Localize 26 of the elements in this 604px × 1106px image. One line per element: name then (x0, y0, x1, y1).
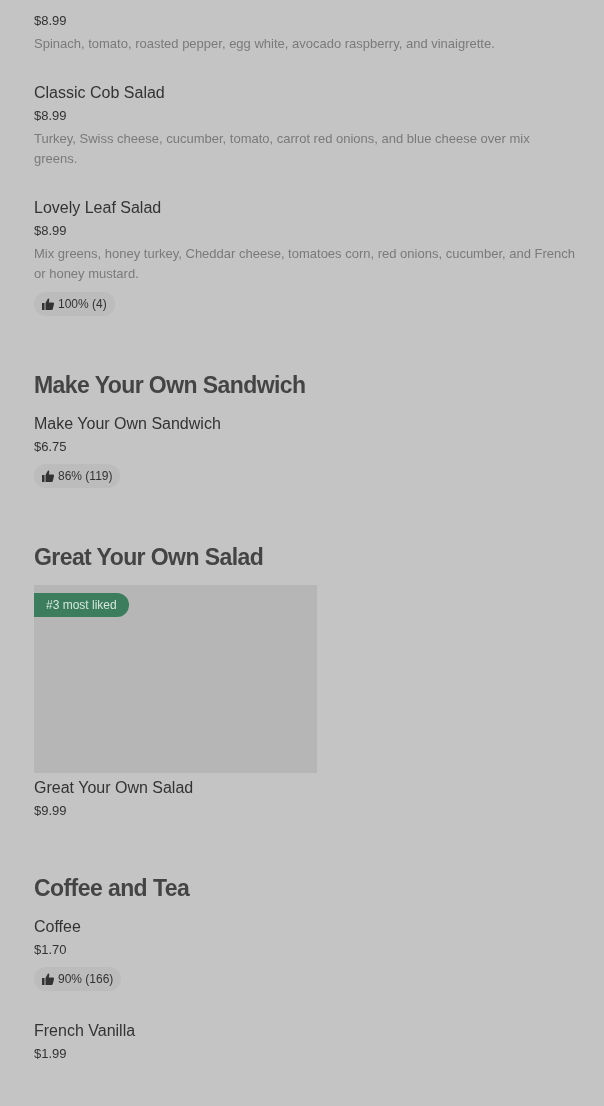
section-heading: Make Your Own Sandwich (34, 371, 307, 399)
item-price: $6.75 (34, 438, 68, 456)
rating-text: 86% (119) (58, 468, 113, 485)
item-name: Make Your Own Sandwich (34, 414, 222, 434)
section-heading: Coffee and Tea (34, 874, 191, 902)
item-description: Spinach, tomato, roasted pepper, egg white, avocado raspberry, and vinaigrette. (34, 35, 496, 53)
badge: #3 most liked (34, 593, 129, 617)
item-name: Coffee (34, 917, 82, 937)
thumbs-up-icon (42, 973, 54, 985)
item-price: $8.99 (34, 222, 68, 240)
item-name: Lovely Leaf Salad (34, 198, 163, 218)
item-name: French Vanilla (34, 1021, 137, 1041)
item-price: $1.99 (34, 1045, 68, 1063)
item-description: Mix greens, honey turkey, Cheddar cheese, tomatoes corn, red onions, cucumber, and French or honey mustard. (34, 245, 576, 283)
item-price: $8.99 (34, 12, 68, 30)
rating-text: 100% (4) (58, 296, 107, 313)
thumbs-up-icon (42, 470, 54, 482)
rating-text: 90% (166) (58, 971, 114, 988)
item-price: $9.99 (34, 802, 68, 820)
item-name: Classic Cob Salad (34, 83, 166, 103)
thumbs-up-icon (42, 298, 54, 310)
item-price: $8.99 (34, 107, 68, 125)
item-name: Great Your Own Salad (34, 778, 195, 798)
section-heading: Great Your Own Salad (34, 543, 265, 571)
item-price: $1.70 (34, 941, 68, 959)
item-description: Turkey, Swiss cheese, cucumber, tomato, carrot red onions, and blue cheese over mix greens. (34, 130, 531, 168)
